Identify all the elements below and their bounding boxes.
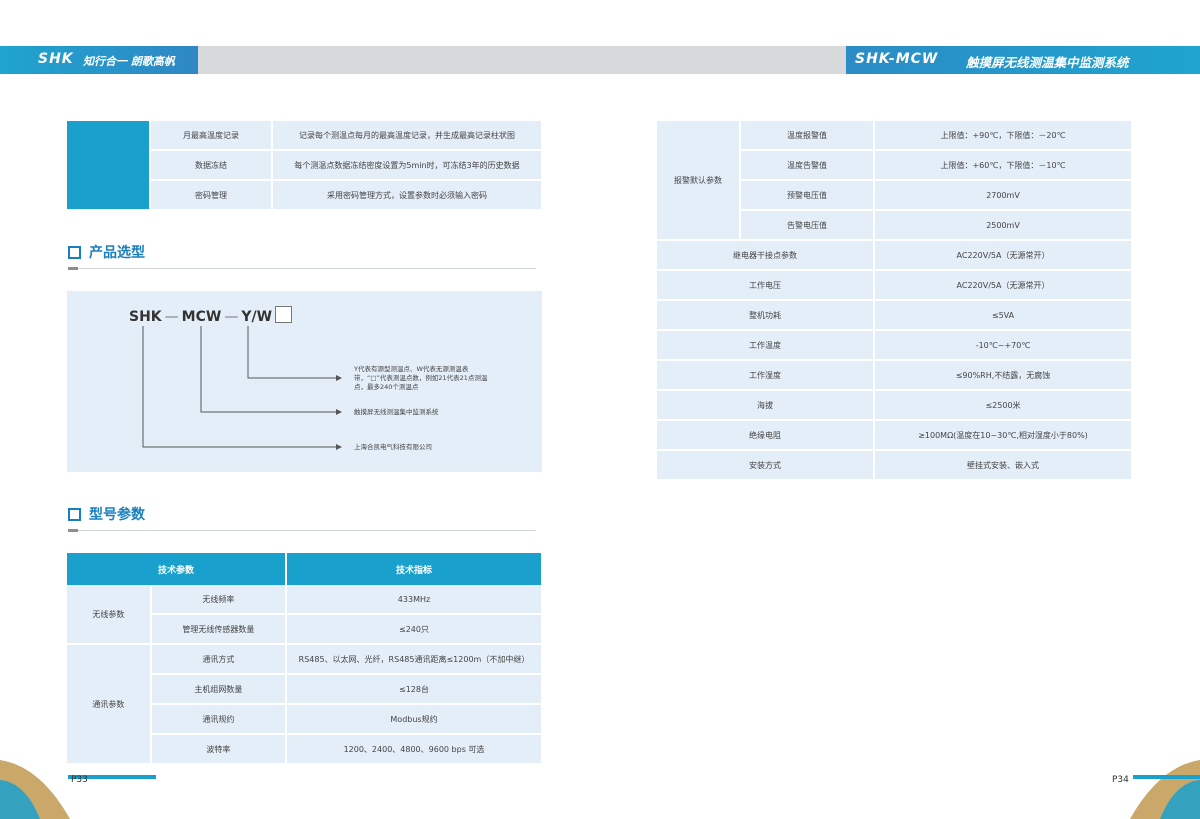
footer-bar-right: [1133, 775, 1200, 779]
footer-decoration: [0, 760, 1200, 819]
model-note-company: 上海合凯电气科技有限公司: [354, 443, 432, 451]
specs-name: 继电器干接点参数: [657, 241, 875, 271]
params-name: 管理无线传感器数量: [151, 615, 287, 645]
specs-name: 告警电压值: [741, 211, 875, 241]
params-table: 技术参数 技术指标 无线参数 无线频率 433MHz 管理无线传感器数量 ≤24…: [67, 553, 543, 765]
specs-value: ≤5VA: [875, 301, 1133, 331]
params-name: 无线频率: [151, 585, 287, 615]
params-name: 通讯方式: [151, 645, 287, 675]
specs-value: 上限值：+90℃，下限值：－20℃: [875, 121, 1133, 151]
specs-table: 报警默认参数 温度报警值 上限值：+90℃，下限值：－20℃ 温度告警值 上限值…: [657, 121, 1133, 481]
page-number-left: P33: [71, 775, 88, 785]
specs-value: -10℃~+70℃: [875, 331, 1133, 361]
specs-value: ≤90%RH,不结露，无腐蚀: [875, 361, 1133, 391]
params-group: 通讯参数: [67, 645, 152, 765]
params-value: ≤128台: [287, 675, 543, 705]
model-note-points: Y代表有源型测温点、W代表无源测温表带，“□”代表测温点数，例如21代表21点测…: [354, 365, 488, 391]
params-name: 主机组网数量: [151, 675, 287, 705]
specs-name: 海拔: [657, 391, 875, 421]
specs-name: 工作湿度: [657, 361, 875, 391]
specs-value: 上限值：+60℃，下限值：－10℃: [875, 151, 1133, 181]
specs-name: 绝缘电阻: [657, 421, 875, 451]
specs-value: AC220V/5A（无源常开）: [875, 241, 1133, 271]
section-title-text: 型号参数: [89, 507, 145, 523]
specs-name: 工作温度: [657, 331, 875, 361]
specs-value: 2500mV: [875, 211, 1133, 241]
section-title-params: 型号参数: [68, 504, 145, 524]
params-header-param: 技术参数: [67, 553, 287, 585]
params-value: RS485、以太网、光纤，RS485通讯距离≤1200m（不加中继）: [287, 645, 543, 675]
specs-name: 温度告警值: [741, 151, 875, 181]
params-value: ≤240只: [287, 615, 543, 645]
model-note-system: 触摸屏无线测温集中监测系统: [354, 408, 439, 416]
params-value: 433MHz: [287, 585, 543, 615]
params-group: 无线参数: [67, 585, 152, 645]
square-icon: [68, 507, 81, 521]
page-number-right: P34: [1112, 775, 1129, 785]
params-header-spec: 技术指标: [287, 553, 543, 585]
specs-group: 报警默认参数: [657, 121, 741, 241]
specs-value: ≤2500米: [875, 391, 1133, 421]
specs-name: 温度报警值: [741, 121, 875, 151]
specs-value: 壁挂式安装、嵌入式: [875, 451, 1133, 481]
specs-value: AC220V/5A（无源常开）: [875, 271, 1133, 301]
specs-name: 安装方式: [657, 451, 875, 481]
specs-name: 整机功耗: [657, 301, 875, 331]
specs-value: 2700mV: [875, 181, 1133, 211]
section-divider: [68, 529, 536, 532]
specs-name: 预警电压值: [741, 181, 875, 211]
params-value: Modbus规约: [287, 705, 543, 735]
params-name: 通讯规约: [151, 705, 287, 735]
specs-name: 工作电压: [657, 271, 875, 301]
specs-value: ≥100MΩ(温度在10~30℃,相对湿度小于80%): [875, 421, 1133, 451]
